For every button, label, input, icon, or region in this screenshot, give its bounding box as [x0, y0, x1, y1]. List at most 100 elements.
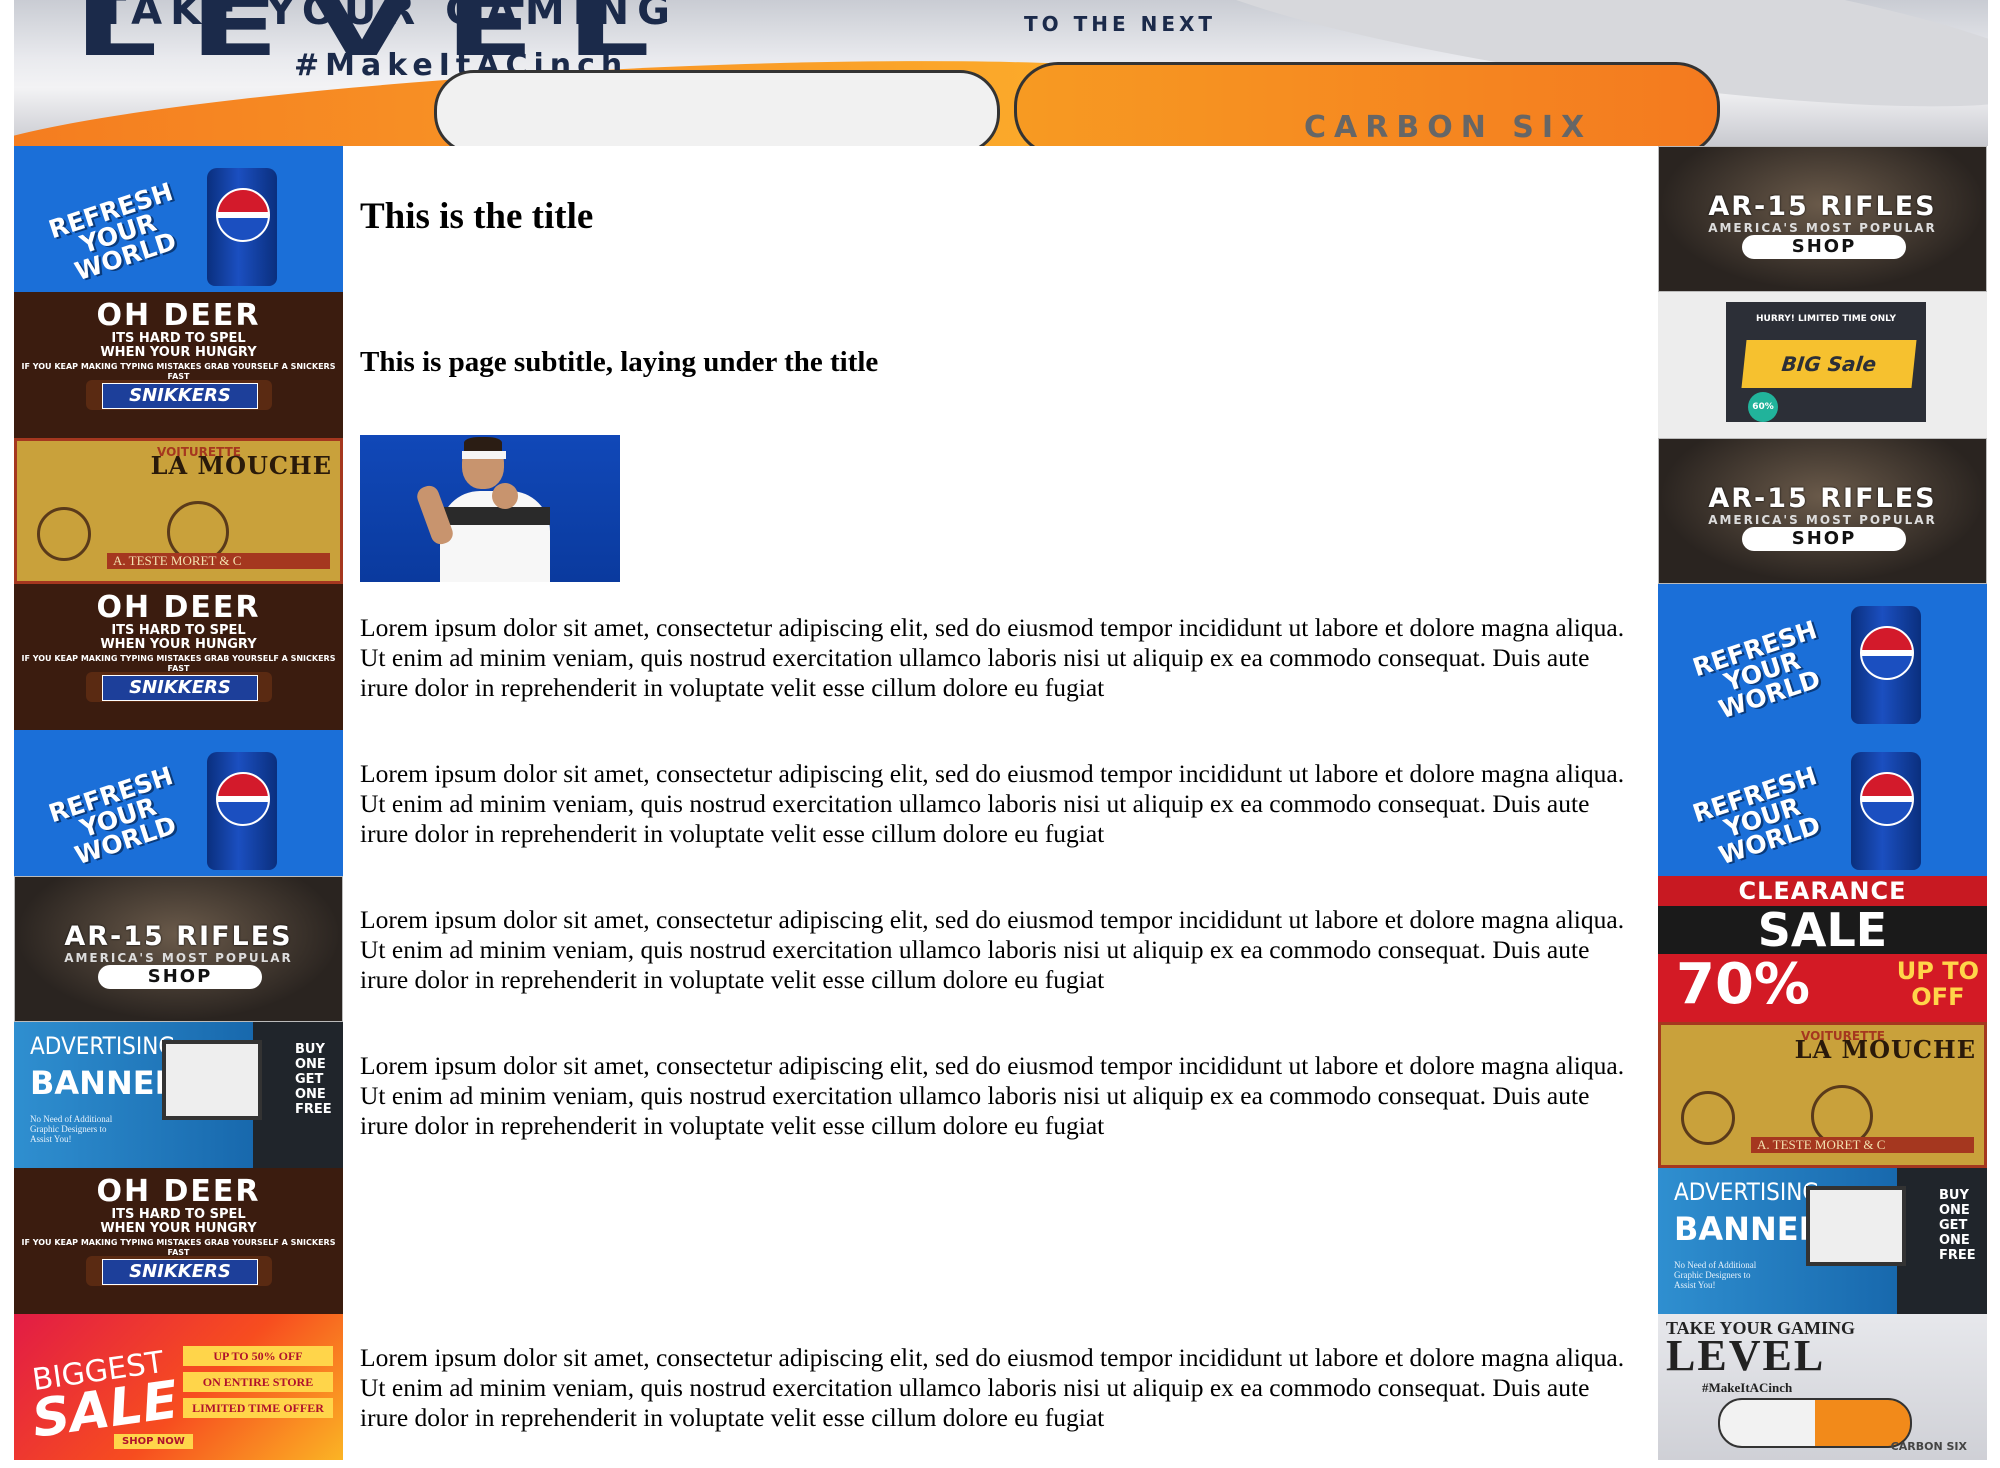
ad-adv-line1: ADVERTISING	[1674, 1178, 1820, 1206]
top-gaming-banner-ad[interactable]: TAKE YOUR GAMING LEVEL TO THE NEXT #Make…	[14, 0, 1988, 146]
ad-pepsi-text: REFRESH YOUR WORLD	[1689, 615, 1824, 725]
ad-ar15-shop-button[interactable]: SHOP	[1742, 235, 1906, 259]
ad-adv-cta: BUY ONE GET ONE FREE	[1939, 1188, 1976, 1263]
body-paragraph: Lorem ipsum dolor sit amet, consectetur …	[360, 905, 1625, 994]
ad-advertising-banners-left[interactable]: ADVERTISING BANNERS No Need of Additiona…	[14, 1022, 343, 1168]
ad-snickers-left-2[interactable]: OH DEER ITS HARD TO SPEL WHEN YOUR HUNGR…	[14, 584, 343, 730]
ad-snickers-brand: SNIKKERS	[102, 1259, 258, 1285]
ad-ar15-title: AR-15 RIFLES	[64, 921, 293, 952]
ad-bigsale-card: HURRY! LIMITED TIME ONLY BIG Sale 60%	[1726, 302, 1926, 422]
ad-mouche-title: LA MOUCHE	[150, 451, 332, 480]
ad-adv-cta: BUY ONE GET ONE FREE	[295, 1042, 332, 1117]
ad-snickers-headline: OH DEER	[96, 590, 261, 625]
ad-bigsale-label: BIG Sale	[1741, 340, 1917, 388]
ad-ar15-sub: AMERICA'S MOST POPULAR	[1708, 221, 1937, 235]
ad-ar15-title: AR-15 RIFLES	[1708, 191, 1937, 222]
pepsi-logo-icon	[1860, 626, 1914, 680]
ad-biggest-sale-left[interactable]: BIGGEST SALE UP TO 50% OFF ON ENTIRE STO…	[14, 1314, 343, 1460]
ad-snickers-fine: IF YOU KEAP MAKING TYPING MISTAKES GRAB …	[21, 654, 336, 673]
ad-clearance-pct: 70%	[1676, 952, 1811, 1017]
ad-ar15-sub: AMERICA'S MOST POPULAR	[1708, 513, 1937, 527]
ad-snickers-line3: WHEN YOUR HUNGRY	[100, 345, 257, 360]
monitor-icon	[1806, 1186, 1906, 1266]
ad-la-mouche-right[interactable]: VOITURETTE LA MOUCHE A. TESTE MORET & C	[1658, 1022, 1987, 1168]
ad-pepsi-left-2[interactable]: REFRESH YOUR WORLD	[14, 730, 343, 876]
ad-clearance-off: UP TO OFF	[1896, 957, 1979, 1011]
ad-snickers-brand: SNIKKERS	[102, 383, 258, 409]
pepsi-logo-icon	[1860, 772, 1914, 826]
ad-clearance-top: CLEARANCE	[1658, 876, 1987, 906]
ad-ar15-right-1[interactable]: AR-15 RIFLES AMERICA'S MOST POPULAR SHOP	[1658, 146, 1987, 292]
body-paragraph: Lorem ipsum dolor sit amet, consectetur …	[360, 1343, 1625, 1432]
player-shirt-stripe	[440, 507, 550, 525]
ad-la-mouche-left[interactable]: VOITURETTE LA MOUCHE A. TESTE MORET & C	[14, 438, 343, 584]
ad-pepsi-text: REFRESH YOUR WORLD	[1689, 761, 1824, 871]
ad-pepsi-text: REFRESH YOUR WORLD	[45, 177, 180, 287]
body-paragraph: Lorem ipsum dolor sit amet, consectetur …	[360, 1051, 1625, 1140]
ad-ar15-right-2[interactable]: AR-15 RIFLES AMERICA'S MOST POPULAR SHOP	[1658, 438, 1987, 584]
ad-ar15-left[interactable]: AR-15 RIFLES AMERICA'S MOST POPULAR SHOP	[14, 876, 343, 1022]
player-hair	[464, 437, 502, 451]
ad-bigsale-pct: 60%	[1748, 392, 1778, 422]
pepsi-can-icon	[1851, 606, 1921, 724]
ad-clearance-mid: SALE	[1658, 906, 1987, 954]
ad-gaming-c: #MakeItACinch	[1702, 1380, 1793, 1395]
ad-pepsi-text: REFRESH YOUR WORLD	[45, 761, 180, 871]
ad-ar15-shop-button[interactable]: SHOP	[1742, 527, 1906, 551]
ad-snickers-brand: SNIKKERS	[102, 675, 258, 701]
ad-biggest-tag1: UP TO 50% OFF	[183, 1346, 333, 1366]
ad-snickers-line2: ITS HARD TO SPEL	[111, 331, 246, 346]
ad-biggest-tag2: ON ENTIRE STORE	[183, 1372, 333, 1392]
pepsi-can-icon	[207, 752, 277, 870]
ad-adv-line3: No Need of Additional Graphic Designers …	[30, 1114, 113, 1144]
ad-snickers-headline: OH DEER	[96, 1174, 261, 1209]
monitor-icon	[162, 1040, 262, 1120]
ad-pepsi-right-2[interactable]: REFRESH YOUR WORLD	[1658, 730, 1987, 876]
ad-snickers-line3: WHEN YOUR HUNGRY	[100, 637, 257, 652]
ad-ar15-shop-button[interactable]: SHOP	[98, 965, 262, 989]
ad-snickers-line2: ITS HARD TO SPEL	[111, 623, 246, 638]
banner-product-name: CARBON SIX	[1304, 110, 1593, 145]
pepsi-logo-icon	[216, 188, 270, 242]
player-headband	[462, 451, 506, 459]
ad-biggest-tag3: LIMITED TIME OFFER	[183, 1398, 333, 1418]
bicycle-wheel-icon	[1681, 1091, 1735, 1145]
ad-snickers-line2: ITS HARD TO SPEL	[111, 1207, 246, 1222]
body-paragraph: Lorem ipsum dolor sit amet, consectetur …	[360, 759, 1625, 848]
banner-to-the-next: TO THE NEXT	[1024, 12, 1217, 36]
ad-mouche-title: LA MOUCHE	[1794, 1035, 1976, 1064]
ad-ar15-title: AR-15 RIFLES	[1708, 483, 1937, 514]
snickers-bar-icon: SNIKKERS	[86, 672, 272, 702]
snickers-bar-icon: SNIKKERS	[86, 1256, 272, 1286]
ad-snickers-fine: IF YOU KEAP MAKING TYPING MISTAKES GRAB …	[21, 1238, 336, 1257]
ad-mouche-base: A. TESTE MORET & C	[1751, 1137, 1974, 1153]
pepsi-can-icon	[1851, 752, 1921, 870]
bicycle-wheel-icon	[37, 507, 91, 561]
page-subtitle: This is page subtitle, laying under the …	[360, 346, 879, 378]
ad-snickers-left-3[interactable]: OH DEER ITS HARD TO SPEL WHEN YOUR HUNGR…	[14, 1168, 343, 1314]
ad-big-sale-right[interactable]: HURRY! LIMITED TIME ONLY BIG Sale 60%	[1658, 292, 1987, 438]
ad-snickers-left-1[interactable]: OH DEER ITS HARD TO SPEL WHEN YOUR HUNGR…	[14, 292, 343, 438]
ad-advertising-banners-right[interactable]: ADVERTISING BANNERS No Need of Additiona…	[1658, 1168, 1987, 1314]
ad-mouche-base: A. TESTE MORET & C	[107, 553, 330, 569]
pepsi-logo-icon	[216, 772, 270, 826]
gamepad-icon	[1718, 1398, 1912, 1448]
ad-snickers-headline: OH DEER	[96, 298, 261, 333]
ad-biggest-shop-button[interactable]: SHOP NOW	[114, 1434, 193, 1449]
ad-bigsale-hurry: HURRY! LIMITED TIME ONLY	[1755, 314, 1896, 324]
tennis-player-photo	[360, 435, 620, 582]
pepsi-can-icon	[207, 168, 277, 286]
ad-pepsi-right-1[interactable]: REFRESH YOUR WORLD	[1658, 584, 1987, 730]
ad-pepsi-left-1[interactable]: REFRESH YOUR WORLD	[14, 146, 343, 292]
ad-adv-line3: No Need of Additional Graphic Designers …	[1674, 1260, 1757, 1290]
page-title: This is the title	[360, 196, 594, 237]
snickers-bar-icon: SNIKKERS	[86, 380, 272, 410]
ad-adv-line1: ADVERTISING	[30, 1032, 176, 1060]
gamepad-icon-white	[434, 70, 1000, 146]
ad-snickers-line3: WHEN YOUR HUNGRY	[100, 1221, 257, 1236]
ad-snickers-fine: IF YOU KEAP MAKING TYPING MISTAKES GRAB …	[21, 362, 336, 381]
body-paragraph: Lorem ipsum dolor sit amet, consectetur …	[360, 613, 1625, 702]
ad-clearance-sale-right[interactable]: CLEARANCE SALE 70% UP TO OFF	[1658, 876, 1987, 1022]
ad-gaming-right[interactable]: TAKE YOUR GAMING LEVEL #MakeItACinch CAR…	[1658, 1314, 1987, 1460]
ad-gaming-d: CARBON SIX	[1890, 1440, 1967, 1453]
